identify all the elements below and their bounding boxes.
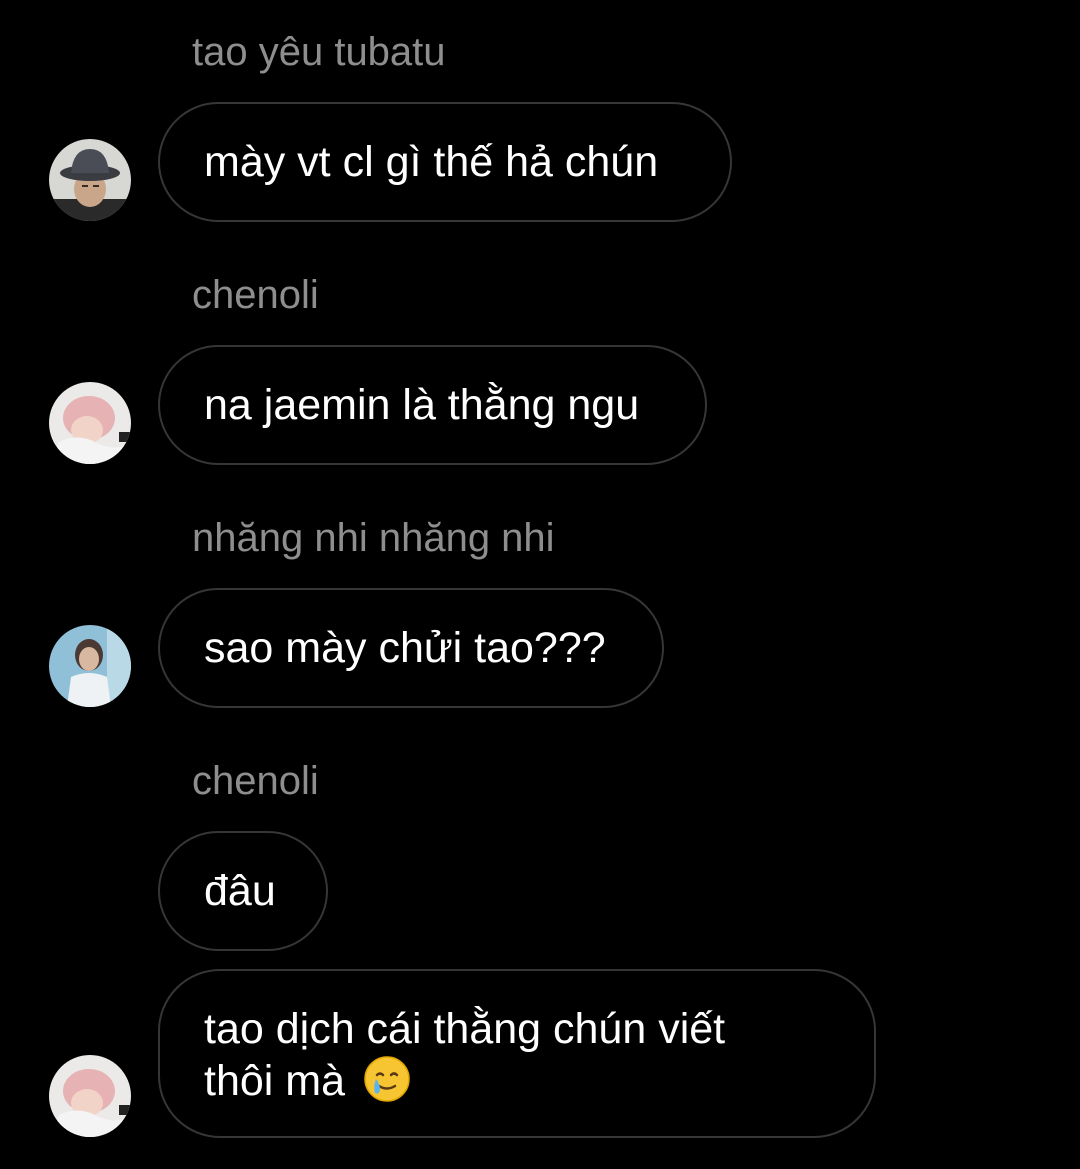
message-line: thôi mà — [204, 1057, 346, 1105]
message-bubble[interactable]: na jaemin là thằng ngu — [158, 345, 707, 465]
sender-name: chenoli — [192, 759, 319, 803]
sender-name: chenoli — [192, 273, 319, 317]
message-text: mày vt cl gì thế hả chún — [204, 138, 659, 186]
message-bubble[interactable]: tao dịch cái thằng chún viết thôi mà — [158, 969, 876, 1138]
message-text: sao mày chửi tao??? — [204, 624, 606, 672]
avatar[interactable] — [49, 382, 131, 464]
avatar[interactable] — [49, 1055, 131, 1137]
message-line-with-emoji: thôi mà — [204, 1055, 725, 1107]
message-text: na jaemin là thằng ngu — [204, 381, 640, 429]
message-bubble[interactable]: đâu — [158, 831, 328, 951]
avatar[interactable] — [49, 625, 131, 707]
message-text: tao dịch cái thằng chún viết thôi mà — [204, 1003, 725, 1107]
crying-smile-emoji-icon — [364, 1056, 410, 1102]
message-line: tao dịch cái thằng chún viết — [204, 1005, 726, 1053]
message-bubble[interactable]: sao mày chửi tao??? — [158, 588, 664, 708]
sender-name: tao yêu tubatu — [192, 30, 446, 74]
avatar[interactable] — [49, 139, 131, 221]
message-bubble[interactable]: mày vt cl gì thế hả chún — [158, 102, 732, 222]
sender-name: nhăng nhi nhăng nhi — [192, 516, 555, 560]
message-text: đâu — [204, 867, 276, 915]
